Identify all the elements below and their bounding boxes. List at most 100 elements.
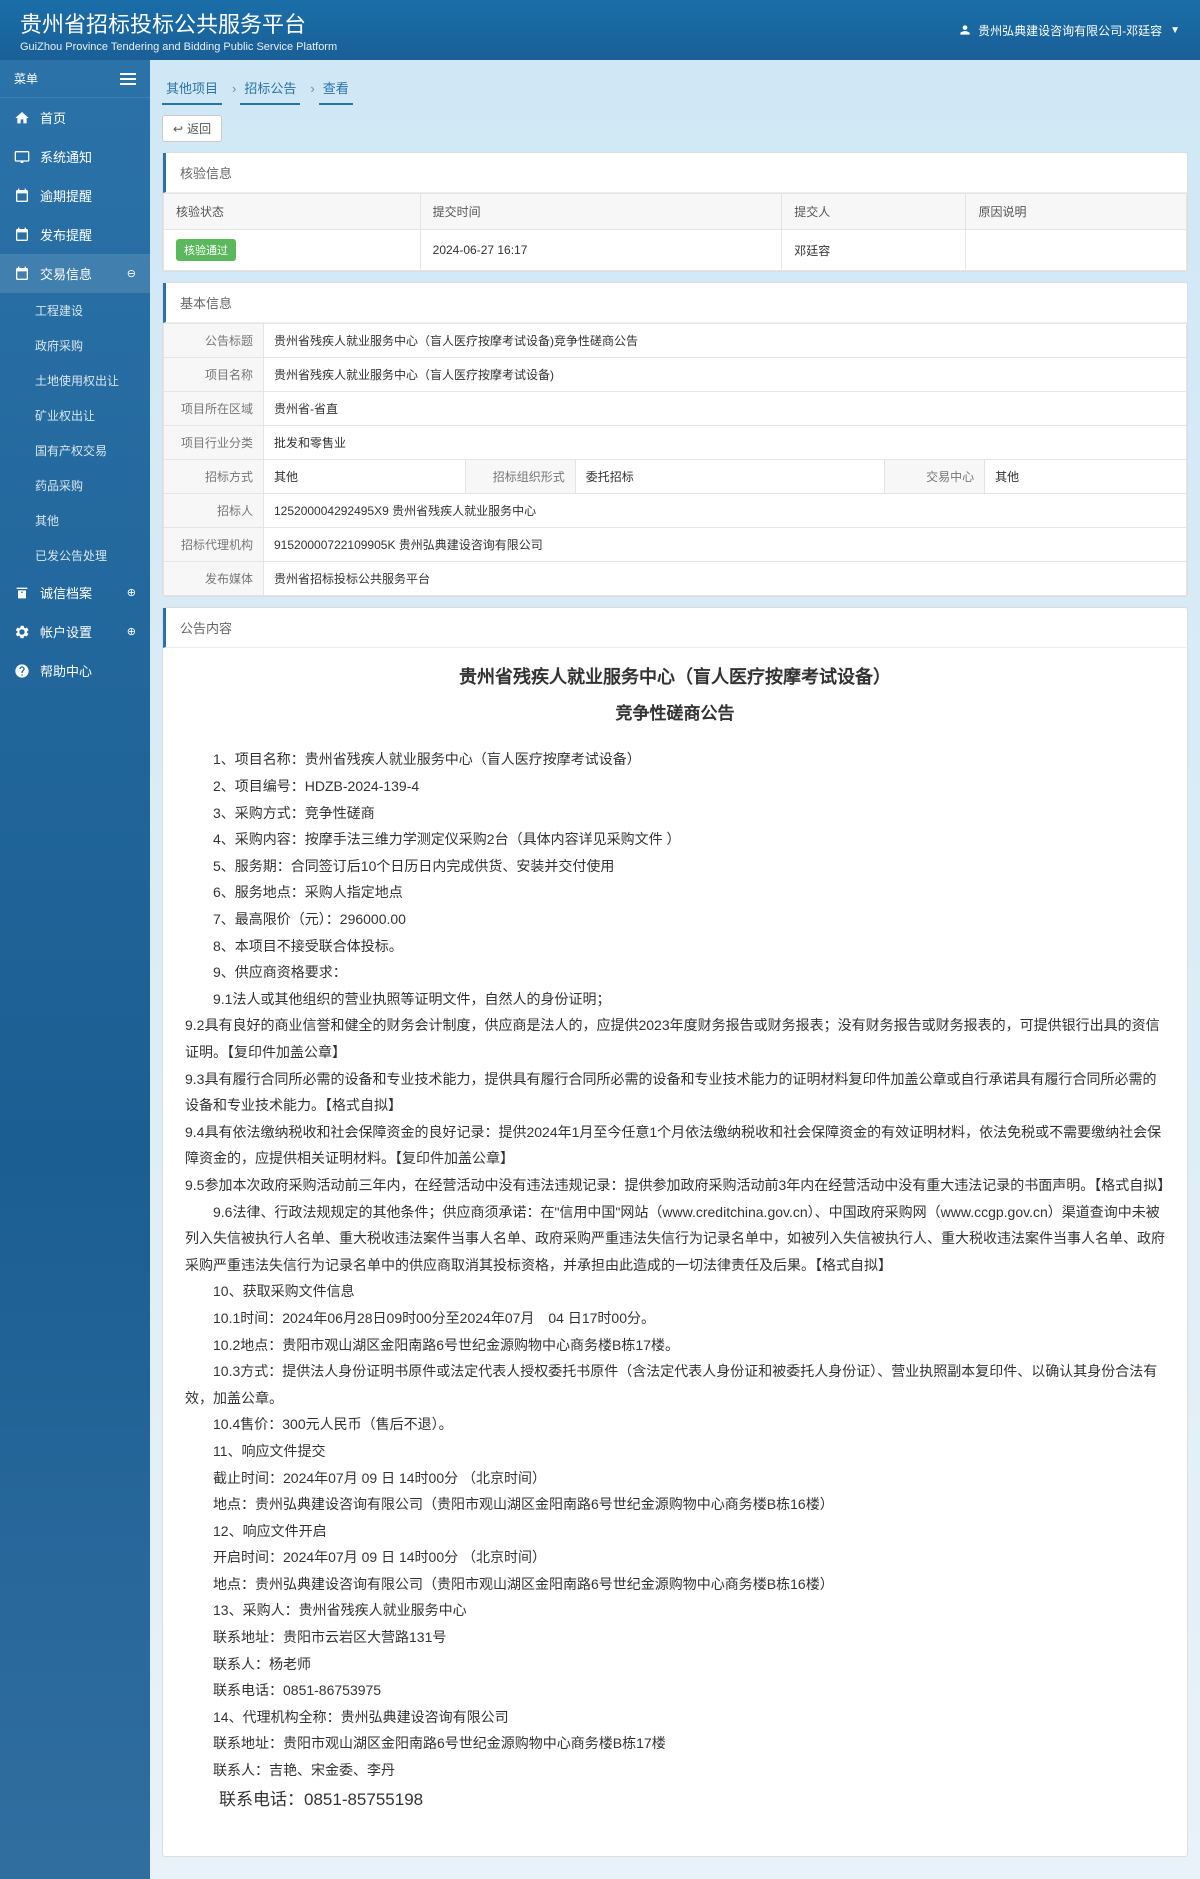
announcement-paragraph: 10.3方式：提供法人身份证明书原件或法定代表人授权委托书原件（含法定代表人身份… bbox=[185, 1358, 1165, 1411]
value-project: 贵州省残疾人就业服务中心（盲人医疗按摩考试设备) bbox=[264, 358, 1187, 392]
announcement-paragraph: 10.4售价：300元人民币（售后不退）。 bbox=[185, 1411, 1165, 1438]
content-panel-title: 公告内容 bbox=[163, 608, 1187, 648]
announcement-paragraph: 9.3具有履行合同所必需的设备和专业技术能力，提供具有履行合同所必需的设备和专业… bbox=[185, 1066, 1165, 1119]
value-area: 贵州省-省直 bbox=[264, 392, 1187, 426]
back-button[interactable]: ↩ 返回 bbox=[162, 115, 222, 142]
value-agency: 91520000722109905K 贵州弘典建设咨询有限公司 bbox=[264, 528, 1187, 562]
th-status: 核验状态 bbox=[164, 194, 421, 230]
sidebar-item-label: 系统通知 bbox=[40, 147, 92, 166]
cell-submitter: 邓廷容 bbox=[782, 230, 966, 271]
th-time: 提交时间 bbox=[420, 194, 782, 230]
calendar-icon bbox=[14, 266, 30, 282]
label-media: 发布媒体 bbox=[164, 562, 264, 596]
value-tradecenter: 其他 bbox=[985, 460, 1187, 494]
label-tradecenter: 交易中心 bbox=[885, 460, 985, 494]
sidebar-sub-construction[interactable]: 工程建设 bbox=[0, 293, 150, 328]
announcement-paragraph: 4、采购内容：按摩手法三维力学测定仪采购2台（具体内容详见采购文件 ） bbox=[185, 826, 1165, 853]
announcement-paragraph: 地点：贵州弘典建设咨询有限公司（贵阳市观山湖区金阳南路6号世纪金源购物中心商务楼… bbox=[185, 1571, 1165, 1598]
breadcrumb-item[interactable]: 招标公告 bbox=[240, 72, 300, 105]
basic-info-table: 公告标题 贵州省残疾人就业服务中心（盲人医疗按摩考试设备)竞争性磋商公告 项目名… bbox=[163, 323, 1187, 596]
value-media: 贵州省招标投标公共服务平台 bbox=[264, 562, 1187, 596]
announcement-paragraph: 开启时间：2024年07月 09 日 14时00分 （北京时间） bbox=[185, 1544, 1165, 1571]
breadcrumb-sep: › bbox=[310, 81, 314, 96]
sidebar-item-label: 首页 bbox=[40, 108, 66, 127]
sidebar-item-label: 帐户设置 bbox=[40, 622, 92, 641]
label-bidder: 招标人 bbox=[164, 494, 264, 528]
sidebar-sub-state[interactable]: 国有产权交易 bbox=[0, 433, 150, 468]
verify-panel-title: 核验信息 bbox=[163, 153, 1187, 193]
basic-info-panel: 基本信息 公告标题 贵州省残疾人就业服务中心（盲人医疗按摩考试设备)竞争性磋商公… bbox=[162, 282, 1188, 597]
cell-time: 2024-06-27 16:17 bbox=[420, 230, 782, 271]
user-menu[interactable]: 贵州弘典建设咨询有限公司-邓廷容 ▼ bbox=[958, 22, 1180, 39]
announcement-paragraph: 7、最高限价（元）：296000.00 bbox=[185, 906, 1165, 933]
announcement-paragraph: 13、采购人：贵州省残疾人就业服务中心 bbox=[185, 1597, 1165, 1624]
verify-table: 核验状态 提交时间 提交人 原因说明 核验通过 2024-06-27 16:17… bbox=[163, 193, 1187, 271]
announcement-paragraph: 12、响应文件开启 bbox=[185, 1518, 1165, 1545]
sidebar-item-credit[interactable]: 诚信档案 ⊕ bbox=[0, 573, 150, 612]
sidebar-item-notice[interactable]: 系统通知 bbox=[0, 137, 150, 176]
announcement-paragraph: 14、代理机构全称：贵州弘典建设咨询有限公司 bbox=[185, 1704, 1165, 1731]
announcement-paragraph: 截止时间：2024年07月 09 日 14时00分 （北京时间） bbox=[185, 1465, 1165, 1492]
announcement-paragraph: 9.1法人或其他组织的营业执照等证明文件，自然人的身份证明； bbox=[185, 986, 1165, 1013]
back-arrow-icon: ↩ bbox=[173, 122, 183, 136]
sidebar-item-trade[interactable]: 交易信息 ⊖ bbox=[0, 254, 150, 293]
sidebar-sub-medicine[interactable]: 药品采购 bbox=[0, 468, 150, 503]
label-agency: 招标代理机构 bbox=[164, 528, 264, 562]
sidebar-sub-gov[interactable]: 政府采购 bbox=[0, 328, 150, 363]
hamburger-icon[interactable] bbox=[120, 73, 136, 85]
calendar-icon bbox=[14, 188, 30, 204]
label-area: 项目所在区域 bbox=[164, 392, 264, 426]
basic-panel-title: 基本信息 bbox=[163, 283, 1187, 323]
sidebar-item-label: 逾期提醒 bbox=[40, 186, 92, 205]
breadcrumb-item[interactable]: 其他项目 bbox=[162, 72, 222, 105]
monitor-icon bbox=[14, 149, 30, 165]
announcement-paragraph: 地点：贵州弘典建设咨询有限公司（贵阳市观山湖区金阳南路6号世纪金源购物中心商务楼… bbox=[185, 1491, 1165, 1518]
sidebar-header: 菜单 bbox=[0, 60, 150, 98]
announcement-paragraph: 10.2地点：贵阳市观山湖区金阳南路6号世纪金源购物中心商务楼B栋17楼。 bbox=[185, 1332, 1165, 1359]
sidebar-item-help[interactable]: 帮助中心 bbox=[0, 651, 150, 690]
main-content: 其他项目 › 招标公告 › 查看 ↩ 返回 核验信息 核验状态 提交时间 提交人… bbox=[150, 60, 1200, 1879]
sidebar-sub-mining[interactable]: 矿业权出让 bbox=[0, 398, 150, 433]
platform-subtitle: GuiZhou Province Tendering and Bidding P… bbox=[20, 41, 337, 53]
sidebar-item-home[interactable]: 首页 bbox=[0, 98, 150, 137]
sidebar-sub-published[interactable]: 已发公告处理 bbox=[0, 538, 150, 573]
sidebar-item-account[interactable]: 帐户设置 ⊕ bbox=[0, 612, 150, 651]
announcement-paragraph: 9.2具有良好的商业信誉和健全的财务会计制度，供应商是法人的，应提供2023年度… bbox=[185, 1012, 1165, 1065]
archive-icon bbox=[14, 585, 30, 601]
verify-panel: 核验信息 核验状态 提交时间 提交人 原因说明 核验通过 2024-06-27 … bbox=[162, 152, 1188, 272]
th-submitter: 提交人 bbox=[782, 194, 966, 230]
value-bidder: 125200004292495X9 贵州省残疾人就业服务中心 bbox=[264, 494, 1187, 528]
announcement-paragraph: 9.5参加本次政府采购活动前三年内，在经营活动中没有违法违规记录：提供参加政府采… bbox=[185, 1172, 1165, 1199]
announcement-paragraph: 3、采购方式：竞争性磋商 bbox=[185, 800, 1165, 827]
announcement-paragraph: 11、响应文件提交 bbox=[185, 1438, 1165, 1465]
announcement-paragraph: 2、项目编号：HDZB-2024-139-4 bbox=[185, 773, 1165, 800]
sidebar-item-label: 交易信息 bbox=[40, 264, 92, 283]
label-project: 项目名称 bbox=[164, 358, 264, 392]
sidebar-item-publish[interactable]: 发布提醒 bbox=[0, 215, 150, 254]
sidebar-item-overdue[interactable]: 逾期提醒 bbox=[0, 176, 150, 215]
user-company-label: 贵州弘典建设咨询有限公司-邓廷容 bbox=[978, 22, 1162, 39]
chevron-icon: ⊕ bbox=[127, 625, 136, 638]
content-panel: 公告内容 贵州省残疾人就业服务中心（盲人医疗按摩考试设备） 竞争性磋商公告 1、… bbox=[162, 607, 1188, 1857]
announcement-paragraph: 1、项目名称：贵州省残疾人就业服务中心（盲人医疗按摩考试设备） bbox=[185, 746, 1165, 773]
value-bidmethod: 其他 bbox=[264, 460, 466, 494]
announcement-paragraph: 联系地址：贵阳市观山湖区金阳南路6号世纪金源购物中心商务楼B栋17楼 bbox=[185, 1730, 1165, 1757]
table-row: 核验通过 2024-06-27 16:17 邓廷容 bbox=[164, 230, 1187, 271]
announcement-paragraph: 9.4具有依法缴纳税收和社会保障资金的良好记录：提供2024年1月至今任意1个月… bbox=[185, 1119, 1165, 1172]
sidebar: 菜单 首页 系统通知 逾期提醒 发布提醒 交易信息 ⊖ 工程建设 政府采购 土地… bbox=[0, 60, 150, 1879]
breadcrumb-item[interactable]: 查看 bbox=[319, 72, 353, 105]
sidebar-sub-land[interactable]: 土地使用权出让 bbox=[0, 363, 150, 398]
value-orgform: 委托招标 bbox=[575, 460, 884, 494]
home-icon bbox=[14, 110, 30, 126]
sidebar-menu-label: 菜单 bbox=[14, 70, 38, 87]
announcement-paragraph: 10.1时间：2024年06月28日09时00分至2024年07月 04 日17… bbox=[185, 1305, 1165, 1332]
sidebar-sub-other[interactable]: 其他 bbox=[0, 503, 150, 538]
announcement-title: 贵州省残疾人就业服务中心（盲人医疗按摩考试设备） bbox=[185, 660, 1165, 694]
cell-reason bbox=[966, 230, 1187, 271]
back-label: 返回 bbox=[187, 120, 211, 137]
breadcrumb-sep: › bbox=[232, 81, 236, 96]
announcement-paragraph: 联系人：杨老师 bbox=[185, 1651, 1165, 1678]
label-bidmethod: 招标方式 bbox=[164, 460, 264, 494]
label-industry: 项目行业分类 bbox=[164, 426, 264, 460]
label-title: 公告标题 bbox=[164, 324, 264, 358]
